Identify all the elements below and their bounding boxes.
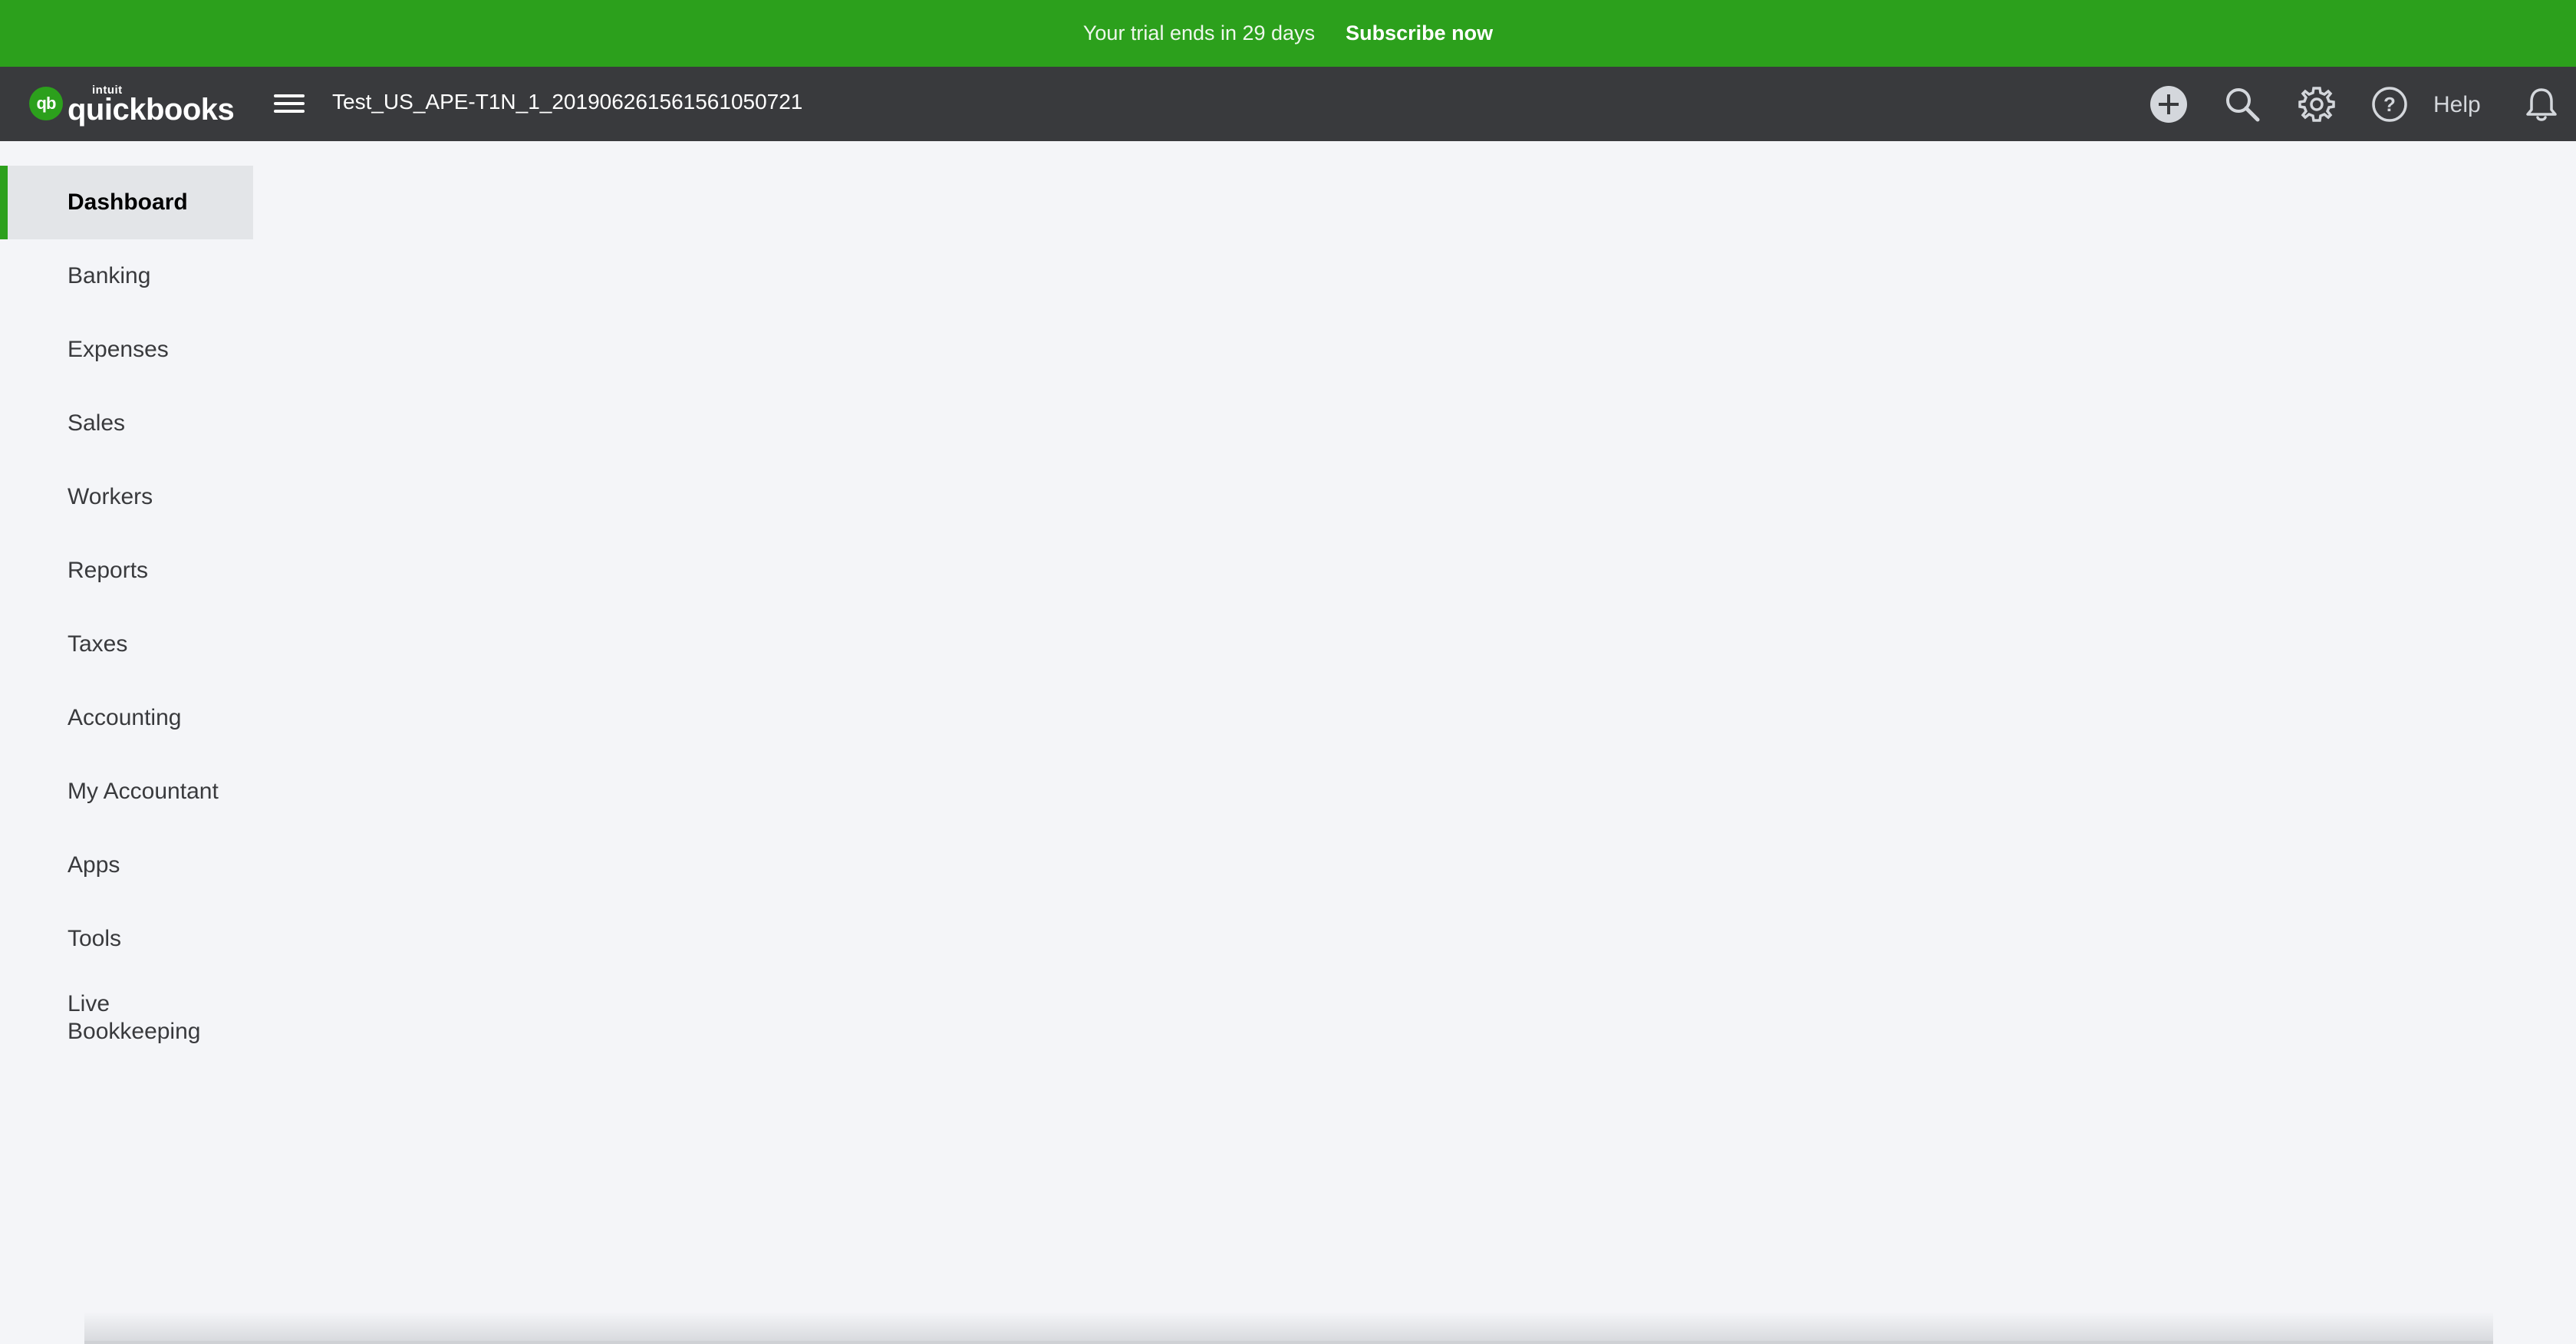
- hamburger-line: [274, 94, 305, 97]
- sidebar-item-label: Expenses: [68, 337, 169, 362]
- plus-circle-icon[interactable]: [2149, 85, 2188, 124]
- sidebar-list: Dashboard Banking Expenses Sales Workers…: [0, 141, 253, 1060]
- qb-logo-mark-icon: qb: [29, 87, 63, 120]
- sidebar-item-accounting[interactable]: Accounting: [0, 681, 253, 755]
- sidebar-item-tools[interactable]: Tools: [0, 902, 253, 976]
- bottom-shadow: [84, 1312, 2493, 1344]
- company-name: Test_US_APE-T1N_1_20190626156156105072​1: [332, 90, 803, 114]
- bell-icon[interactable]: [2522, 85, 2561, 124]
- sidebar-item-label: Sales: [68, 410, 126, 436]
- sidebar-item-banking[interactable]: Banking: [0, 239, 253, 313]
- trial-banner: Your trial ends in 29 days Subscribe now: [0, 0, 2576, 67]
- sidebar-item-label: Taxes: [68, 631, 128, 657]
- sidebar-item-label: Workers: [68, 484, 153, 509]
- hamburger-menu-icon[interactable]: [274, 91, 305, 117]
- sidebar-item-label: Dashboard: [68, 189, 188, 215]
- sidebar-item-label: Apps: [68, 852, 120, 878]
- logo-quickbooks-text: quickbooks: [68, 93, 235, 127]
- sidebar-item-label: Reports: [68, 558, 149, 583]
- trial-text: Your trial ends in 29 days: [1082, 21, 1316, 44]
- sidebar-item-my-accountant[interactable]: My Accountant: [0, 755, 253, 828]
- sidebar-item-label: Banking: [68, 263, 151, 288]
- bottom-divider: [84, 1341, 2493, 1344]
- quickbooks-logo[interactable]: qb intuit quickbooks: [29, 84, 235, 127]
- subscribe-now-link[interactable]: Subscribe now: [1346, 21, 1493, 45]
- sidebar-item-label: Live Bookkeeping: [68, 991, 201, 1044]
- sidebar-item-label: My Accountant: [68, 779, 219, 804]
- hamburger-line: [274, 110, 305, 113]
- sidebar-item-taxes[interactable]: Taxes: [0, 608, 253, 681]
- sidebar-item-apps[interactable]: Apps: [0, 828, 253, 902]
- search-icon[interactable]: [2223, 85, 2261, 124]
- svg-text:?: ?: [2383, 93, 2396, 116]
- hamburger-line: [274, 102, 305, 105]
- sidebar-item-reports[interactable]: Reports: [0, 534, 253, 608]
- sidebar-item-expenses[interactable]: Expenses: [0, 313, 253, 387]
- sidebar-item-live-bookkeeping[interactable]: Live Bookkeeping: [0, 976, 253, 1060]
- gear-icon[interactable]: [2298, 85, 2336, 124]
- help-label[interactable]: Help: [2433, 92, 2481, 118]
- main-content: [253, 141, 2576, 1312]
- sidebar-item-sales[interactable]: Sales: [0, 387, 253, 460]
- top-nav: qb intuit quickbooks Test_US_APE-T1N_1_2…: [0, 67, 2576, 141]
- sidebar-item-label: Tools: [68, 926, 122, 951]
- sidebar-item-label: Accounting: [68, 705, 182, 730]
- question-circle-icon[interactable]: ?: [2370, 85, 2409, 124]
- sidebar-item-dashboard[interactable]: Dashboard: [0, 166, 253, 239]
- sidebar-item-workers[interactable]: Workers: [0, 460, 253, 534]
- sidebar: Dashboard Banking Expenses Sales Workers…: [0, 141, 253, 1060]
